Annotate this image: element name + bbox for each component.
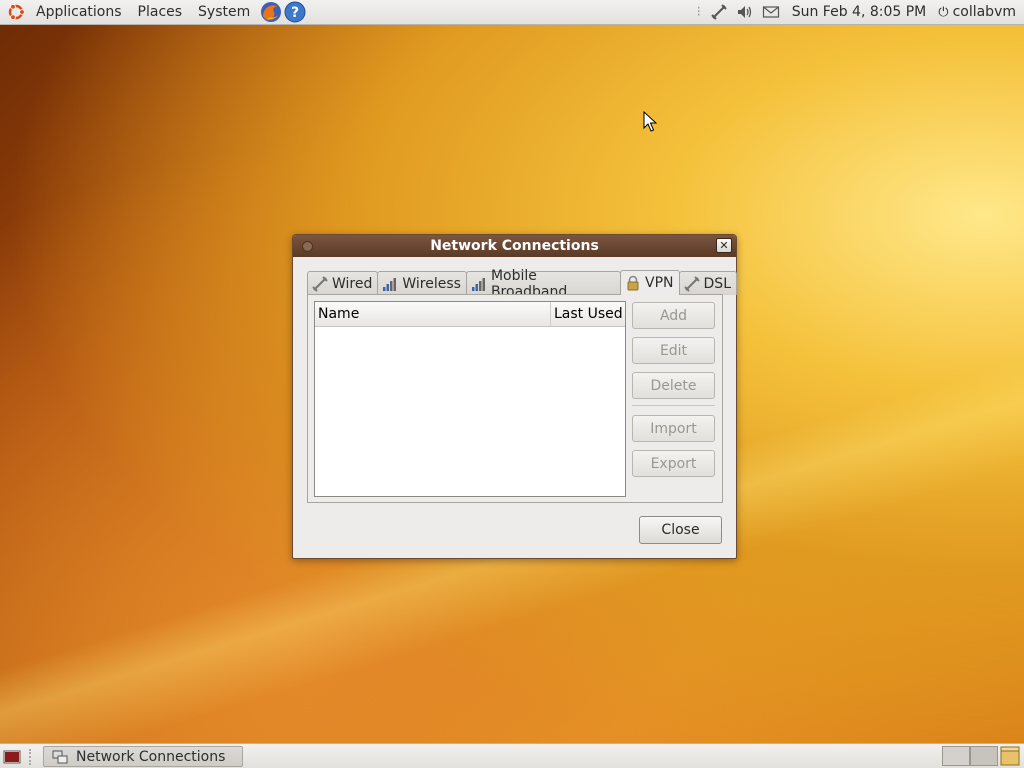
mail-icon[interactable] [762,3,780,21]
list-header: Name Last Used [315,302,625,327]
firefox-icon[interactable] [260,1,282,23]
network-icon[interactable] [710,3,728,21]
clock[interactable]: Sun Feb 4, 8:05 PM [784,4,935,20]
taskbar-label: Network Connections [76,748,226,765]
close-button[interactable]: Close [639,516,722,544]
mobile-broadband-icon [471,277,485,291]
network-connections-icon [52,750,68,763]
trash-icon[interactable] [998,746,1022,767]
help-icon[interactable]: ? [284,1,306,23]
svg-text:?: ? [291,5,299,21]
vpn-connections-list[interactable]: Name Last Used [314,301,626,497]
tab-vpn[interactable]: VPN [620,270,680,295]
show-desktop-icon[interactable] [3,749,21,765]
tab-dsl[interactable]: DSL [678,271,737,295]
mouse-cursor-icon [643,111,657,132]
tab-wired[interactable]: Wired [307,271,379,295]
connection-tabs: Wired Wireless Mobile Broadband VPN DSL [307,268,737,300]
user-name: collabvm [952,4,1016,20]
edit-button[interactable]: Edit [632,337,715,364]
tab-label: DSL [703,275,731,292]
wireless-icon [383,277,397,291]
tab-label: Wired [332,275,373,292]
delete-button[interactable]: Delete [632,372,715,399]
volume-icon[interactable] [736,3,754,21]
column-header-last-used[interactable]: Last Used [551,302,625,326]
lock-icon [627,275,639,291]
button-separator [632,405,715,406]
tab-mobile-broadband[interactable]: Mobile Broadband [465,268,622,300]
wired-icon [312,275,328,292]
system-menu[interactable]: System [190,0,258,24]
add-button[interactable]: Add [632,302,715,329]
ubuntu-logo-icon[interactable] [6,2,26,22]
applications-menu[interactable]: Applications [28,0,130,24]
column-header-name[interactable]: Name [315,302,551,326]
workspace-1[interactable] [942,746,970,766]
dialog-title: Network Connections [430,238,599,254]
user-menu[interactable]: ⏻ collabvm [934,4,1024,20]
panel-grip[interactable] [29,748,35,765]
bottom-panel: Network Connections [0,743,1024,768]
import-button[interactable]: Import [632,415,715,442]
dsl-icon [683,275,700,292]
tab-label: Wireless [402,275,461,292]
tab-label: VPN [645,275,674,291]
notification-dots-icon: ⁝ [696,4,701,20]
workspace-2[interactable] [970,746,998,766]
tab-wireless[interactable]: Wireless [377,271,467,295]
places-menu[interactable]: Places [130,0,191,24]
top-panel: Applications Places System ? ⁝ Sun Feb 4… [0,0,1024,25]
titlebar-close-button[interactable]: ✕ [716,238,732,253]
taskbar-network-connections[interactable]: Network Connections [43,746,243,767]
system-tray: ⁝ Sun Feb 4, 8:05 PM ⏻ collabvm [692,0,1024,24]
network-connections-dialog: Network Connections ✕ Wired Wireless Mob… [292,234,737,559]
window-menu-icon[interactable] [302,241,313,252]
dialog-titlebar[interactable]: Network Connections ✕ [293,235,736,257]
power-icon: ⏻ [938,4,949,20]
export-button[interactable]: Export [632,450,715,477]
